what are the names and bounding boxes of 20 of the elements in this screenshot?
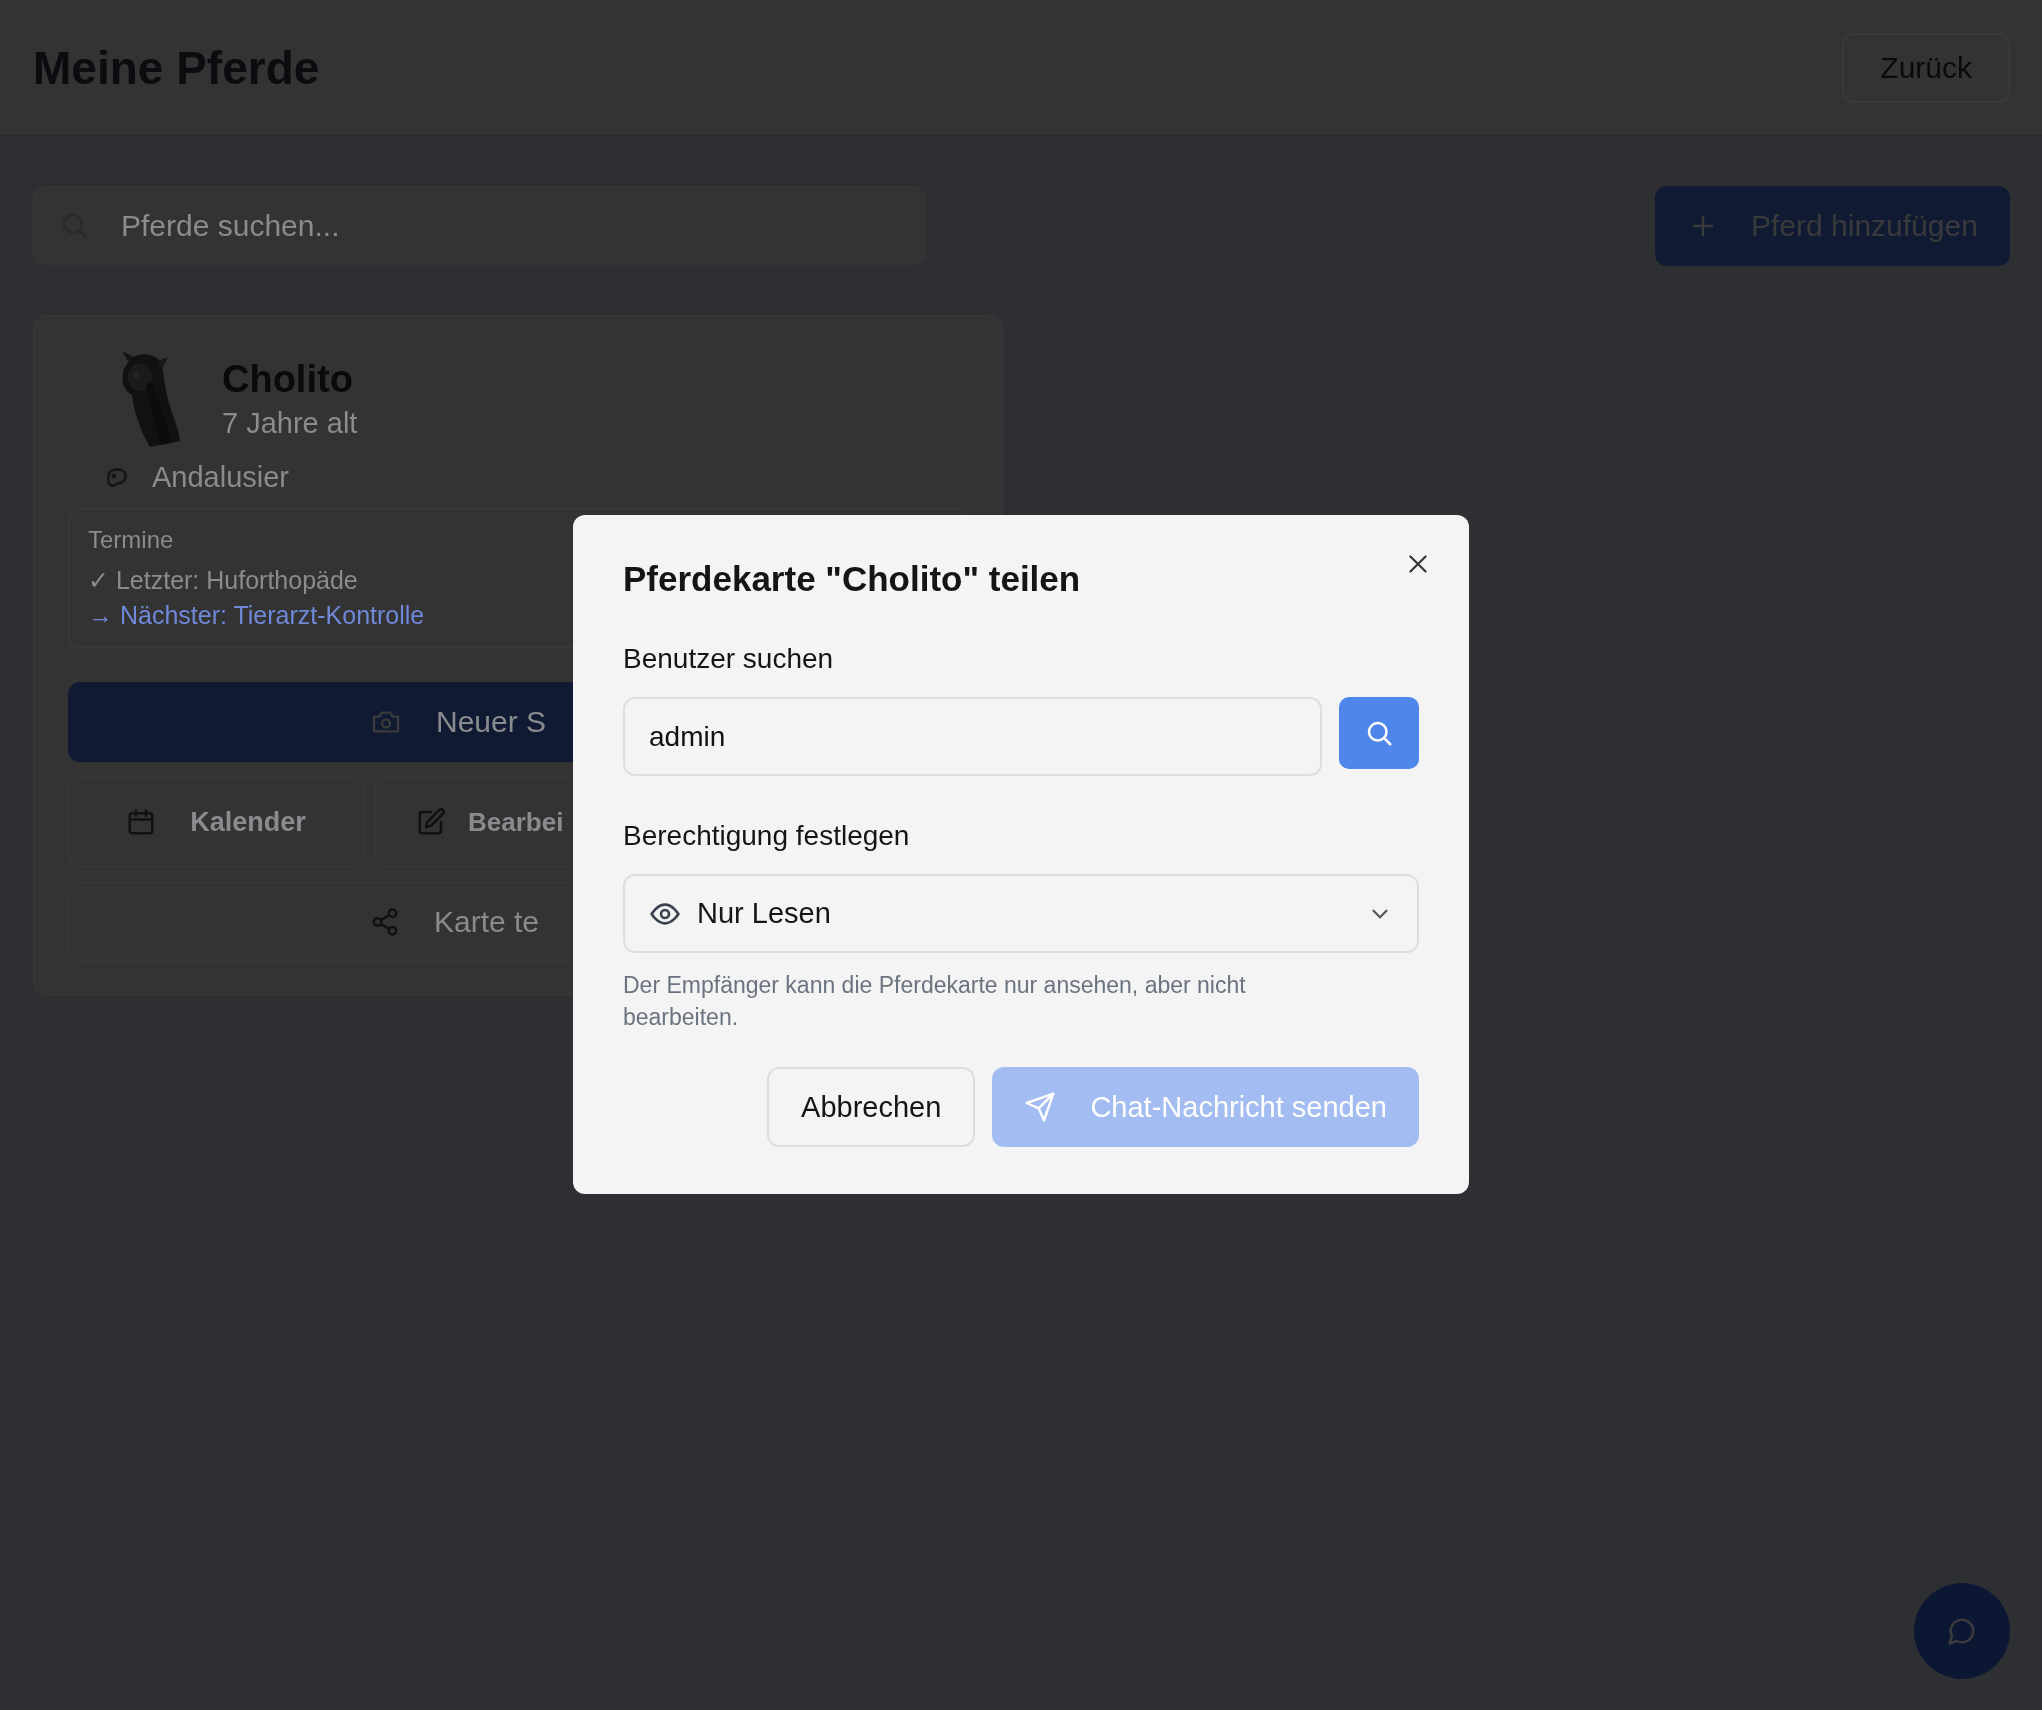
dialog-title: Pferdekarte "Cholito" teilen xyxy=(623,559,1082,599)
permission-hint: Der Empfänger kann die Pferdekarte nur ansehen, aber nicht bearbeiten. xyxy=(623,971,1247,1032)
field-label: Benutzer suchen xyxy=(623,643,835,675)
share-icon xyxy=(370,907,400,937)
search-field[interactable]: Pferde suchen... xyxy=(33,186,925,265)
user-search-field[interactable]: admin xyxy=(623,697,1322,776)
chat-bubble-icon xyxy=(1947,1616,1977,1646)
calendar-action-button[interactable]: Kalender xyxy=(68,776,364,868)
calendar-icon xyxy=(126,807,157,837)
edit-icon xyxy=(416,807,446,837)
search-button[interactable] xyxy=(1339,697,1419,769)
horse-breed: Andalusier xyxy=(152,461,290,494)
appointments-title: Termine xyxy=(88,526,174,554)
cancel-button[interactable]: Abbrechen xyxy=(767,1067,976,1147)
permission-dropdown[interactable]: Nur Lesen xyxy=(623,874,1419,953)
field-label: Berechtigung festlegen xyxy=(623,820,911,852)
next-appointment: → Nächster: Tierarzt-Kontrolle xyxy=(88,601,425,630)
last-appointment: ✓ Letzter: Huforthopäde xyxy=(88,566,358,595)
send-icon xyxy=(1024,1091,1057,1123)
horse-age: 7 Jahre alt xyxy=(222,407,358,440)
